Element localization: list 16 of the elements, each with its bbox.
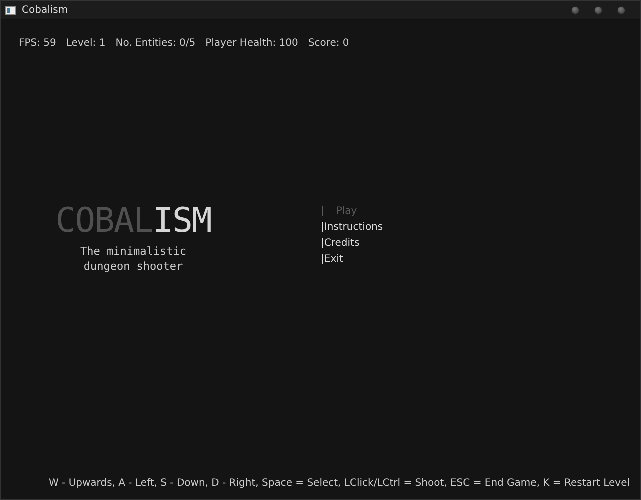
hud-stat: Level: 1 — [66, 37, 106, 51]
hud-stat: FPS: 59 — [19, 37, 56, 51]
tagline: The minimalistic dungeon shooter — [80, 244, 186, 274]
app-icon — [5, 6, 16, 14]
maximize-button[interactable] — [594, 6, 603, 14]
menu-item[interactable]: |Exit — [321, 252, 384, 268]
minimize-button[interactable] — [571, 6, 580, 14]
menu-item[interactable]: |Instructions — [321, 220, 384, 236]
hud-stat: Score: 0 — [308, 37, 350, 51]
menu-item[interactable]: |Credits — [321, 236, 384, 252]
window-title: Cobalism — [22, 4, 70, 18]
hud-stat: No. Entities: 0/5 — [116, 37, 196, 51]
game-logo: COBALISM — [56, 204, 212, 238]
controls-help: W - Upwards, A - Left, S - Down, D - Right, Space = Select, LClick/LCtrl = Shoot, ESC = End Game, K = Restart Level — [48, 477, 631, 491]
hud-stat: Player Health: 100 — [206, 37, 298, 51]
close-button[interactable] — [617, 6, 626, 14]
